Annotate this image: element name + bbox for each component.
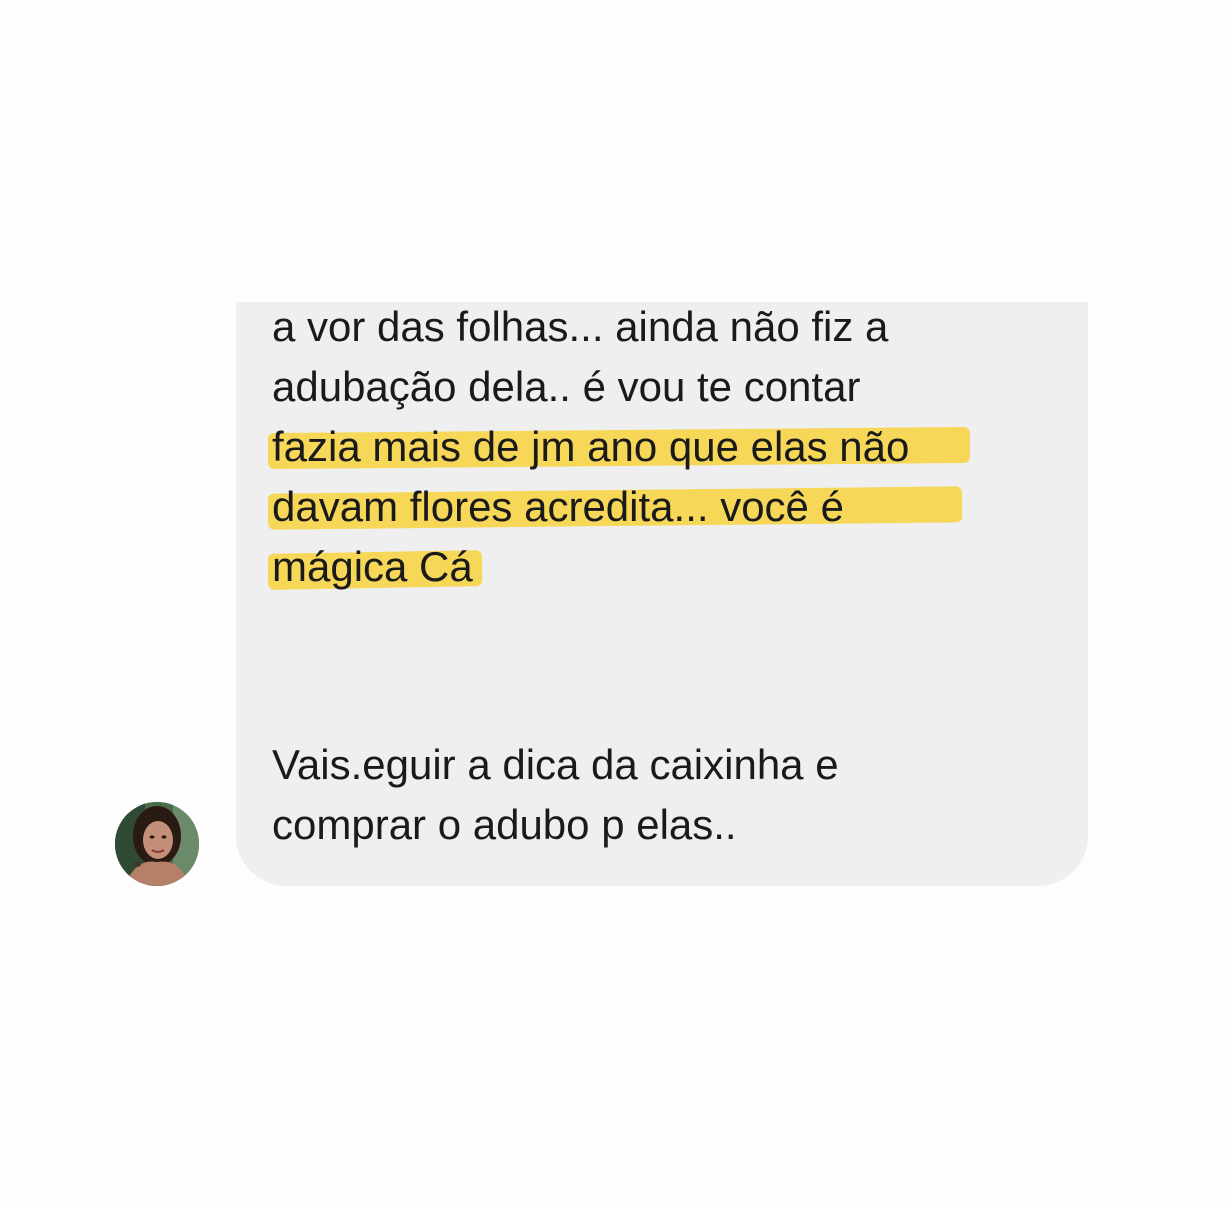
message-line-2: adubação dela.. é vou te contar <box>272 363 861 410</box>
message-line-1: a vor das folhas... ainda não fiz a <box>272 303 889 350</box>
user-avatar-photo[interactable] <box>115 802 199 886</box>
message-line-5: mágica Cá <box>272 543 473 590</box>
message-line-4: davam flores acredita... você é <box>272 483 844 530</box>
message-line-6: Vais.eguir a dica da caixinha e <box>272 741 839 788</box>
chat-screenshot: a vor das folhas... ainda não fiz a adub… <box>0 0 1230 1207</box>
message-line-3: fazia mais de jm ano que elas não <box>272 423 910 470</box>
message-line-7: comprar o adubo p elas.. <box>272 801 737 848</box>
avatar-image <box>115 802 199 886</box>
